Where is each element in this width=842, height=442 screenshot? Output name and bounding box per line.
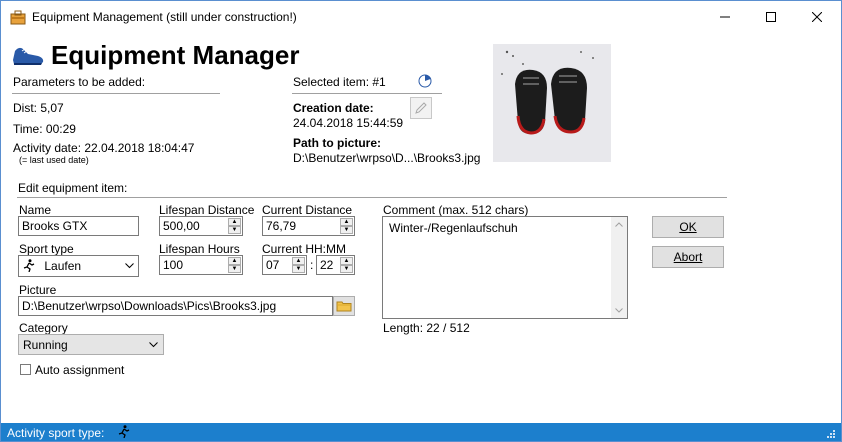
spin-up-icon[interactable]: ▲ (292, 257, 305, 265)
title-bar: Equipment Management (still under constr… (1, 1, 841, 32)
chevron-down-icon (149, 342, 158, 348)
current-minutes-spinner[interactable]: ▲ ▼ (340, 257, 353, 273)
ok-button[interactable]: OK (652, 216, 724, 238)
sport-type-select[interactable]: Laufen (18, 255, 139, 277)
chevron-down-icon (125, 263, 134, 269)
path-value: D:\Benutzer\wrpso\D...\Brooks3.jpg (293, 151, 481, 165)
lifespan-hours-value: 100 (163, 258, 184, 272)
toolbox-icon (10, 10, 26, 25)
param-activity-date: Activity date: 22.04.2018 18:04:47 (13, 141, 195, 155)
param-time: Time: 00:29 (13, 122, 76, 136)
hhmm-separator: : (310, 258, 314, 272)
lifespan-hours-label: Lifespan Hours (159, 242, 240, 256)
spin-down-icon[interactable]: ▼ (228, 226, 241, 234)
runner-icon (118, 425, 130, 438)
name-input[interactable]: Brooks GTX (18, 216, 139, 236)
comment-label: Comment (max. 512 chars) (383, 203, 529, 217)
spin-up-icon[interactable]: ▲ (228, 257, 241, 265)
spin-up-icon[interactable]: ▲ (340, 218, 353, 226)
edit-divider (17, 197, 727, 198)
pencil-icon (415, 102, 427, 114)
maximize-icon (766, 11, 776, 22)
edit-heading: Edit equipment item: (18, 181, 128, 195)
spin-down-icon[interactable]: ▼ (228, 265, 241, 273)
shoe-picture-preview (493, 44, 611, 162)
spin-down-icon[interactable]: ▼ (292, 265, 305, 273)
picture-label: Picture (19, 283, 57, 297)
sport-type-label: Sport type (19, 242, 74, 256)
window-title: Equipment Management (still under constr… (32, 10, 297, 24)
status-label: Activity sport type: (7, 426, 105, 440)
creation-date-value: 24.04.2018 15:44:59 (293, 116, 404, 130)
app-heading: Equipment Manager (51, 40, 300, 70)
comment-scrollbar[interactable] (611, 217, 627, 318)
close-button[interactable] (794, 1, 840, 32)
creation-date-label: Creation date: (293, 101, 374, 115)
name-label: Name (19, 203, 52, 217)
maximize-button[interactable] (748, 1, 794, 32)
param-dist: Dist: 5,07 (13, 101, 64, 115)
lifespan-distance-input[interactable]: 500,00 ▲ ▼ (159, 216, 243, 236)
param-last-used-note: (= last used date) (19, 155, 89, 165)
selected-item-label: Selected item: #1 (293, 75, 386, 89)
minimize-button[interactable] (702, 1, 748, 32)
current-hours-spinner[interactable]: ▲ ▼ (292, 257, 305, 273)
picture-path-input[interactable]: D:\Benutzer\wrpso\Downloads\Pics\Brooks3… (18, 296, 333, 316)
sport-type-value: Laufen (44, 259, 82, 273)
close-icon (812, 11, 822, 22)
spin-down-icon[interactable]: ▼ (340, 265, 353, 273)
scroll-down-icon[interactable] (615, 308, 623, 313)
lifespan-hours-spinner[interactable]: ▲ ▼ (228, 257, 241, 273)
lifespan-distance-label: Lifespan Distance (159, 203, 255, 217)
browse-picture-button[interactable] (333, 296, 355, 316)
current-hours-input[interactable]: 07 ▲ ▼ (262, 255, 307, 275)
comment-textarea[interactable]: Winter-/Regenlaufschuh (382, 216, 628, 319)
path-label: Path to picture: (293, 136, 382, 150)
current-minutes-input[interactable]: 22 ▲ ▼ (316, 255, 355, 275)
spin-down-icon[interactable]: ▼ (340, 226, 353, 234)
spin-up-icon[interactable]: ▲ (228, 218, 241, 226)
auto-assignment-checkbox[interactable] (20, 364, 31, 375)
status-bar: Activity sport type: (1, 423, 841, 441)
params-divider (12, 93, 220, 94)
selected-divider (292, 93, 442, 94)
category-label: Category (19, 321, 68, 335)
running-shoe-icon (13, 47, 44, 65)
current-hhmm-label: Current HH:MM (262, 242, 347, 256)
current-distance-value: 76,79 (266, 219, 297, 233)
resize-grip-icon[interactable] (826, 429, 836, 439)
comment-length: Length: 22 / 512 (383, 321, 470, 335)
lifespan-distance-spinner[interactable]: ▲ ▼ (228, 218, 241, 234)
params-heading: Parameters to be added: (13, 75, 146, 89)
pie-chart-icon[interactable] (418, 74, 432, 88)
current-hours-value: 07 (266, 258, 280, 272)
spin-up-icon[interactable]: ▲ (340, 257, 353, 265)
current-distance-label: Current Distance (262, 203, 353, 217)
shoe-photo (493, 44, 611, 162)
category-select[interactable]: Running (18, 334, 164, 355)
auto-assignment-label: Auto assignment (35, 363, 125, 377)
abort-button[interactable]: Abort (652, 246, 724, 268)
edit-button[interactable] (410, 97, 432, 119)
current-distance-spinner[interactable]: ▲ ▼ (340, 218, 353, 234)
minimize-icon (720, 16, 730, 17)
lifespan-distance-value: 500,00 (163, 219, 200, 233)
category-value: Running (23, 338, 68, 352)
runner-icon (23, 259, 35, 273)
current-distance-input[interactable]: 76,79 ▲ ▼ (262, 216, 355, 236)
app-window: Equipment Management (still under constr… (0, 0, 842, 442)
lifespan-hours-input[interactable]: 100 ▲ ▼ (159, 255, 243, 275)
scroll-up-icon[interactable] (615, 222, 623, 227)
comment-text: Winter-/Regenlaufschuh (389, 221, 518, 235)
folder-icon (336, 301, 352, 312)
current-minutes-value: 22 (320, 258, 334, 272)
